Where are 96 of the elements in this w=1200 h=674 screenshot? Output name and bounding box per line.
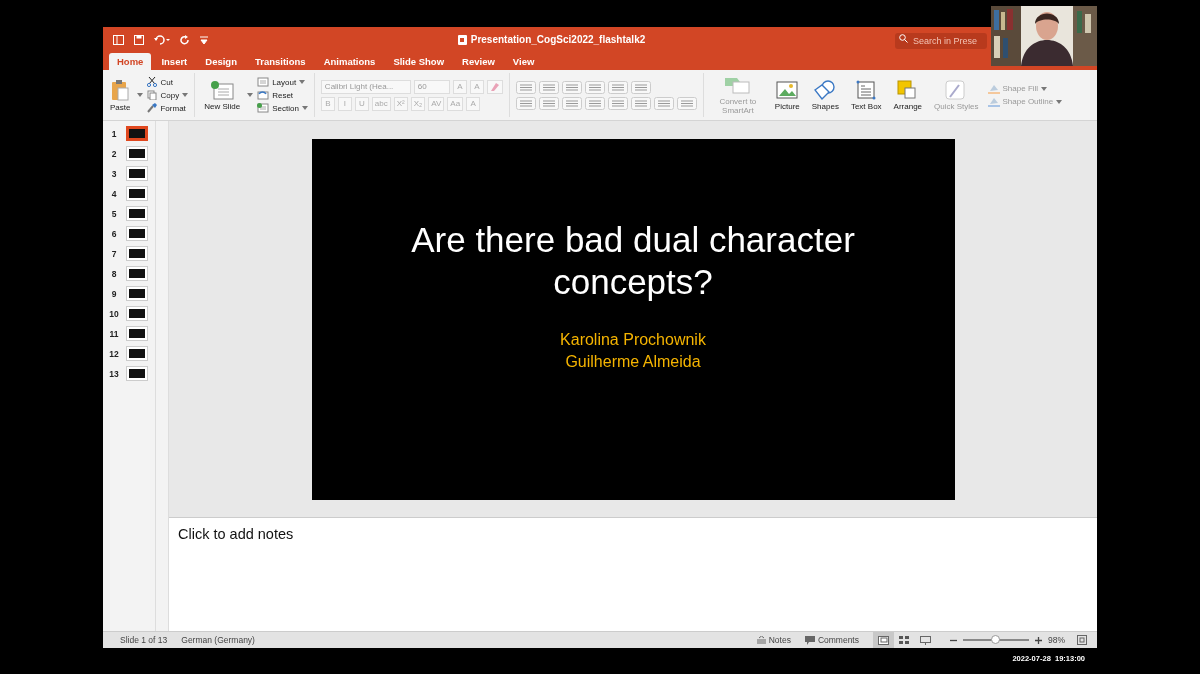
ribbon-tab[interactable]: Design <box>197 53 245 70</box>
paste-button[interactable]: Paste <box>107 78 134 112</box>
paint-bucket-icon <box>987 83 1000 94</box>
brush-icon <box>945 79 968 100</box>
shape-format-button[interactable]: Shape Outline <box>987 96 1063 107</box>
comments-button[interactable]: Comments <box>804 635 859 645</box>
clipboard-button[interactable]: Copy <box>147 90 189 100</box>
ribbon-tab[interactable]: Transitions <box>246 53 314 70</box>
redo-icon[interactable] <box>180 34 190 45</box>
font-style-button[interactable]: Aa <box>447 96 464 111</box>
presenter-view-icon <box>920 635 931 645</box>
normal-view-icon <box>878 635 889 645</box>
slide-number: 2 <box>110 148 118 159</box>
smartart-icon <box>722 75 753 95</box>
normal-view-button[interactable] <box>873 632 894 648</box>
font-style-button[interactable]: U <box>354 96 369 111</box>
font-style-button[interactable]: B <box>320 96 335 111</box>
customize-icon[interactable] <box>200 34 208 45</box>
slide-number: 5 <box>110 208 118 219</box>
search-field[interactable]: Search in Prese <box>895 30 987 49</box>
font-style-button[interactable]: A <box>466 96 481 111</box>
font-style-button[interactable]: AV <box>428 96 445 111</box>
slide-number: 10 <box>108 308 120 319</box>
caret-icon <box>301 106 308 110</box>
sorter-view-icon <box>899 635 910 645</box>
document-icon <box>457 34 467 45</box>
slide-number: 13 <box>108 368 120 379</box>
new-slide-button[interactable]: New Slide <box>201 79 244 111</box>
ribbon-tab[interactable]: Animations <box>315 53 384 70</box>
font-size-button[interactable]: A <box>452 79 467 94</box>
arrange-icon <box>896 79 919 100</box>
slide-number: 9 <box>110 288 118 299</box>
picture-icon <box>776 79 799 100</box>
slide-number: 12 <box>108 348 120 359</box>
slide-number: 11 <box>108 328 120 339</box>
shapes-icon <box>813 79 838 100</box>
sidebar-icon[interactable] <box>113 34 124 45</box>
language-label: German (Germany) <box>181 635 255 645</box>
font-size-button[interactable]: A <box>469 79 484 94</box>
caret-icon <box>299 80 306 84</box>
clipboard-icon <box>111 78 130 101</box>
brush-icon <box>147 103 158 113</box>
section-icon <box>257 103 270 113</box>
align-left-icon[interactable] <box>515 96 536 110</box>
slide-button[interactable]: Layout <box>257 77 308 87</box>
notes-button[interactable]: Notes <box>756 635 791 645</box>
slide-button[interactable]: Section <box>257 103 308 113</box>
new-slide-icon <box>210 79 235 100</box>
font-name-field[interactable]: Calibri Light (Hea... <box>320 79 411 94</box>
slide-number: 4 <box>110 188 118 199</box>
ribbon-tab[interactable]: View <box>504 53 543 70</box>
ribbon-tab[interactable]: Slide Show <box>385 53 453 70</box>
clipboard-button[interactable]: Format <box>147 103 189 113</box>
reset-icon <box>257 90 270 100</box>
caret-icon <box>182 93 189 97</box>
scissors-icon <box>147 77 158 87</box>
save-icon[interactable] <box>134 34 144 45</box>
caret-icon <box>1041 86 1048 91</box>
author-name: Karolina Prochownik <box>560 329 706 350</box>
ribbon-tab[interactable]: Insert <box>153 53 196 70</box>
center-icon[interactable] <box>538 96 559 110</box>
undo-icon[interactable] <box>154 34 170 45</box>
slide-number: 3 <box>110 168 118 179</box>
pencil-icon <box>987 96 1000 107</box>
copy-icon <box>147 90 158 100</box>
caret-icon <box>1056 99 1063 104</box>
zoom-in-icon[interactable] <box>1035 636 1042 644</box>
slide-number: 8 <box>110 268 118 279</box>
slide-thumbnail[interactable] <box>127 127 147 140</box>
shapes-button[interactable]: Shapes <box>808 79 842 111</box>
clipboard-button[interactable]: Cut <box>147 77 189 87</box>
caret-icon <box>137 93 144 97</box>
comment-icon <box>804 635 815 645</box>
shape-format-button[interactable]: Shape Fill <box>987 83 1063 94</box>
font-style-button[interactable]: abc <box>371 96 391 111</box>
layout-icon <box>257 77 270 87</box>
slide-button[interactable]: Reset <box>257 90 308 100</box>
align-right-icon[interactable] <box>561 96 582 110</box>
slide-number: 7 <box>110 248 118 259</box>
font-size-field[interactable]: 60 <box>413 79 450 94</box>
caret-icon <box>247 93 254 97</box>
author-name: Guilherme Almeida <box>565 351 701 372</box>
fit-to-window-icon[interactable] <box>1077 635 1087 645</box>
slide-number: 6 <box>110 228 118 239</box>
zoom-percentage: 98% <box>1048 635 1065 645</box>
slide-number: 1 <box>110 128 118 139</box>
picture-button[interactable]: Picture <box>771 79 803 111</box>
slide-counter: Slide 1 of 13 <box>120 635 168 645</box>
ribbon-tab[interactable]: Review <box>454 53 503 70</box>
window-title: Presentation_CogSci2022_flashtalk2 <box>470 34 646 45</box>
slide-title: Are there bad dual character concepts? <box>410 218 856 303</box>
textbox-button[interactable]: Text Box <box>847 79 885 111</box>
arrange-button[interactable]: Arrange <box>890 79 926 111</box>
ribbon-tab[interactable]: Home <box>109 53 152 70</box>
notes-icon <box>756 636 766 644</box>
justify-icon[interactable] <box>584 96 605 110</box>
